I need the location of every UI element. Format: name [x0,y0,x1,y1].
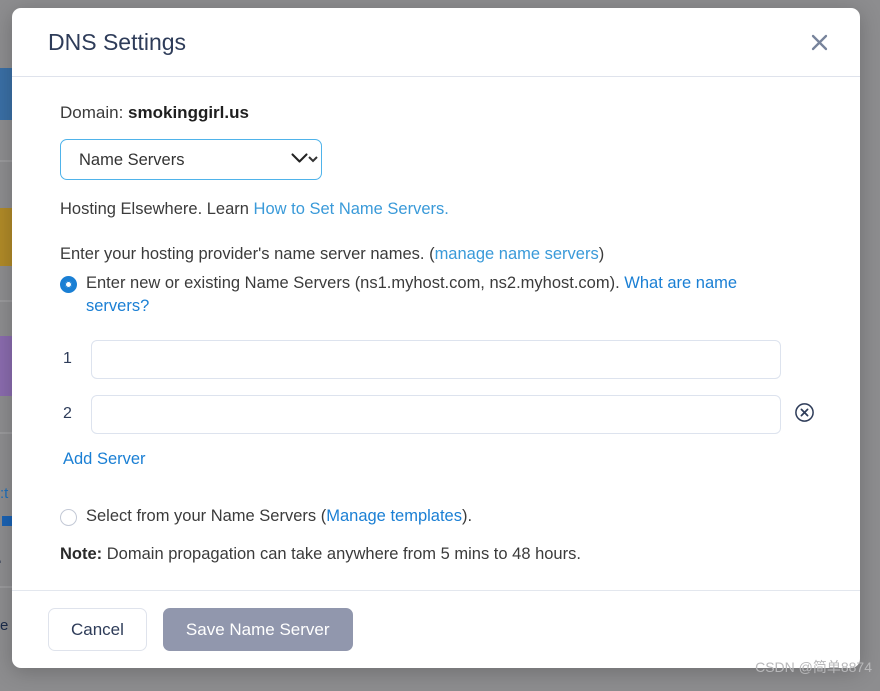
save-name-server-button[interactable]: Save Name Server [162,608,353,651]
server-index-2: 2 [63,405,72,423]
modal-body: Domain: smokinggirl.us Name Servers Host… [12,77,860,590]
table-row: 1 [60,339,824,379]
provider-info-line: Enter your hosting provider's name serve… [60,245,824,264]
add-server-link[interactable]: Add Server [63,450,146,469]
radio-enter-name-servers[interactable] [60,276,77,293]
domain-label: Domain: [60,103,124,122]
record-type-select[interactable]: Name Servers [60,139,322,180]
provider-info-prefix: Enter your hosting provider's name serve… [60,245,435,263]
close-button[interactable] [802,25,836,59]
remove-spacer-1 [793,348,815,370]
option-select-suffix: ). [461,506,473,525]
modal-header: DNS Settings [12,8,860,77]
page-title: DNS Settings [48,28,187,55]
hosting-info-line: Hosting Elsewhere. Learn How to Set Name… [60,200,824,219]
option-enter-name-servers-row[interactable]: Enter new or existing Name Servers (ns1.… [60,272,824,318]
cancel-button[interactable]: Cancel [48,608,147,651]
note-text: Domain propagation can take anywhere fro… [106,545,581,564]
option-enter-text: Enter new or existing Name Servers (ns1.… [86,274,620,292]
server-rows-list: 1 2 [60,339,824,434]
note-label: Note: [60,545,103,564]
record-type-select-wrapper: Name Servers [60,139,322,180]
remove-circle-icon [794,402,815,426]
name-server-input-1[interactable] [91,339,781,379]
domain-line: Domain: smokinggirl.us [60,103,824,123]
close-icon [810,33,829,52]
option-enter-label: Enter new or existing Name Servers (ns1.… [86,272,786,318]
modal-footer: Cancel Save Name Server [12,590,860,668]
remove-server-button-2[interactable] [793,403,815,425]
dns-settings-modal: DNS Settings Domain: smokinggirl.us Name… [12,8,860,668]
option-select-template-label: Select from your Name Servers (Manage te… [86,505,472,528]
table-row: 2 [60,394,824,434]
name-server-input-2[interactable] [91,394,781,434]
manage-name-servers-link[interactable]: manage name servers [435,245,599,263]
manage-templates-link[interactable]: Manage templates [326,507,462,525]
option-select-prefix: Select from your Name Servers ( [86,506,327,525]
option-select-template-row[interactable]: Select from your Name Servers (Manage te… [60,505,824,528]
provider-info-suffix: ) [598,245,605,263]
radio-select-from-templates[interactable] [60,508,77,526]
hosting-info-text: Hosting Elsewhere. Learn [60,200,249,218]
server-index-1: 1 [63,350,72,368]
domain-value: smokinggirl.us [128,103,249,122]
propagation-note: Note: Domain propagation can take anywhe… [60,545,824,564]
how-to-set-name-servers-link[interactable]: How to Set Name Servers. [254,200,449,218]
